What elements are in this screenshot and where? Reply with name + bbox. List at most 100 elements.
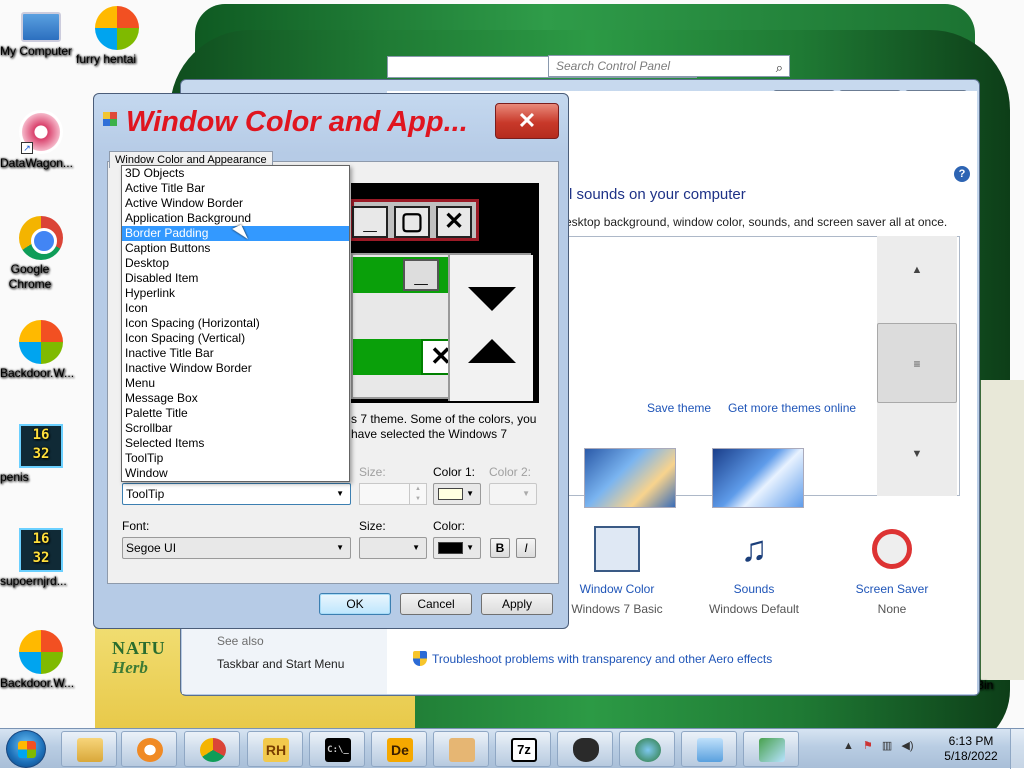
- dropdown-option[interactable]: Active Title Bar: [122, 181, 349, 196]
- computer-icon: [21, 12, 61, 42]
- wallpaper-jar-strip: [978, 380, 1024, 680]
- save-theme-link[interactable]: Save theme: [647, 401, 711, 415]
- item-size-spinner[interactable]: ▲ ▼: [359, 483, 427, 505]
- sounds-item[interactable]: ♫ Sounds Windows Default: [699, 526, 809, 616]
- taskbar-and-start-menu-link[interactable]: Taskbar and Start Menu: [217, 657, 344, 671]
- dropdown-option[interactable]: Message Box: [122, 391, 349, 406]
- scroll-up-button[interactable]: ▲: [877, 264, 957, 294]
- dropdown-option[interactable]: ToolTip: [122, 451, 349, 466]
- chevron-down-icon: ▼: [522, 489, 530, 498]
- taskbar-button-control-panel[interactable]: [681, 731, 737, 767]
- window-color-item[interactable]: Window Color Windows 7 Basic: [562, 526, 672, 616]
- theme-thumbnail[interactable]: [584, 448, 676, 508]
- color2-picker[interactable]: ▼: [489, 483, 537, 505]
- clock-date: 5/18/2022: [944, 749, 998, 763]
- screen-saver-label: Screen Saver: [855, 582, 929, 596]
- ok-button[interactable]: OK: [319, 593, 391, 615]
- screen-saver-item[interactable]: Screen Saver None: [837, 526, 947, 616]
- taskbar-button-explorer[interactable]: [61, 731, 117, 767]
- dropdown-option[interactable]: Inactive Title Bar: [122, 346, 349, 361]
- dropdown-option[interactable]: Selected Items: [122, 436, 349, 451]
- taskbar-button-wolf[interactable]: [557, 731, 613, 767]
- scroll-down-button[interactable]: ▼: [877, 448, 957, 478]
- taskbar-button-display[interactable]: [743, 731, 799, 767]
- dialog-close-button[interactable]: ✕: [495, 103, 559, 139]
- system-tray: ▲ ⚑ ▥ ◀): [843, 739, 919, 752]
- desktop-icon-backdoor-1[interactable]: Backdoor.W...: [0, 320, 82, 380]
- theme-thumbnail[interactable]: [712, 448, 804, 508]
- item-select[interactable]: ToolTip ▼: [122, 483, 351, 505]
- dropdown-option[interactable]: 3D Objects: [122, 166, 349, 181]
- shortcut-arrow-icon: ↗: [21, 142, 33, 154]
- italic-button[interactable]: I: [516, 538, 536, 558]
- dropdown-option[interactable]: Inactive Window Border: [122, 361, 349, 376]
- desktop-icon-folder[interactable]: furry hentai: [76, 6, 158, 66]
- dropdown-option[interactable]: Icon Spacing (Horizontal): [122, 316, 349, 331]
- network-status-icon[interactable]: ▥: [882, 739, 892, 752]
- taskbar-button-rh[interactable]: RH: [247, 731, 303, 767]
- font-color-picker[interactable]: ▼: [433, 537, 481, 559]
- dropdown-option[interactable]: Caption Buttons: [122, 241, 349, 256]
- dropdown-option[interactable]: Disabled Item: [122, 271, 349, 286]
- dropdown-option[interactable]: Icon: [122, 301, 349, 316]
- shield-icon: [413, 651, 427, 666]
- 1632-icon-text: 16 32: [32, 427, 50, 462]
- dropdown-option[interactable]: Hyperlink: [122, 286, 349, 301]
- dialog-app-icon: [103, 112, 117, 126]
- dropdown-option[interactable]: Scrollbar: [122, 421, 349, 436]
- font-size-select[interactable]: ▼: [359, 537, 427, 559]
- show-desktop-button[interactable]: [1010, 729, 1024, 769]
- bold-button[interactable]: B: [490, 538, 510, 558]
- taskbar-button-puzzle[interactable]: [433, 731, 489, 767]
- system-clock[interactable]: 6:13 PM 5/18/2022: [933, 734, 1009, 764]
- scroll-thumb[interactable]: ≡: [877, 323, 957, 403]
- 1632-icon: 16 32: [19, 424, 63, 468]
- dropdown-option[interactable]: Active Window Border: [122, 196, 349, 211]
- taskbar-button-network[interactable]: [619, 731, 675, 767]
- rh-icon: RH: [263, 738, 289, 762]
- desktop-icon-backdoor-2[interactable]: Backdoor.W...: [0, 630, 82, 690]
- taskbar-button-chrome[interactable]: [184, 731, 240, 767]
- search-placeholder: Search Control Panel: [556, 59, 671, 73]
- desktop-icon-datawagon[interactable]: ↗ DataWagon...: [0, 110, 82, 170]
- dropdown-option[interactable]: Icon Spacing (Vertical): [122, 331, 349, 346]
- volume-icon[interactable]: ◀): [901, 739, 913, 752]
- search-icon[interactable]: ⌕: [776, 58, 783, 78]
- color1-picker[interactable]: ▼: [433, 483, 481, 505]
- dropdown-option[interactable]: Desktop: [122, 256, 349, 271]
- show-hidden-icons-icon[interactable]: ▲: [843, 740, 854, 752]
- action-center-icon[interactable]: ⚑: [863, 739, 873, 752]
- preview-minimize-icon: _: [352, 206, 388, 238]
- cancel-button[interactable]: Cancel: [400, 593, 472, 615]
- dropdown-option[interactable]: Palette Title: [122, 406, 349, 421]
- font-select[interactable]: Segoe UI ▼: [122, 537, 351, 559]
- item-dropdown-list[interactable]: 3D Objects Active Title Bar Active Windo…: [121, 165, 350, 482]
- clock-time: 6:13 PM: [948, 734, 994, 748]
- color1-swatch: [438, 488, 463, 500]
- control-panel-icon: [697, 738, 723, 762]
- preview-close-icon: ✕: [436, 206, 472, 238]
- preview-inactive-titlebar: _ ▢ ✕: [351, 199, 479, 241]
- page-subtitle: esktop background, window color, sounds,…: [565, 215, 948, 229]
- desktop-icon-penis[interactable]: 16 32 penis: [0, 424, 82, 484]
- taskbar-button-7zip[interactable]: 7z: [495, 731, 551, 767]
- troubleshoot-link[interactable]: Troubleshoot problems with transparency …: [413, 651, 772, 666]
- desktop-icon-label: supoernjrd...: [0, 574, 67, 588]
- windows-logo-icon: [95, 6, 139, 50]
- desktop-icon-my-computer[interactable]: My Computer: [0, 6, 82, 58]
- dropdown-option[interactable]: Window: [122, 466, 349, 481]
- dropdown-option[interactable]: Application Background: [122, 211, 349, 226]
- desktop-icon-google-chrome[interactable]: Google Chrome: [0, 216, 82, 291]
- sounds-label: Sounds: [733, 582, 775, 596]
- taskbar-button-media-player[interactable]: [121, 731, 177, 767]
- dropdown-option[interactable]: Menu: [122, 376, 349, 391]
- theme-scrollbar[interactable]: ▲ ≡ ▼: [877, 236, 957, 496]
- help-icon[interactable]: ?: [954, 166, 970, 182]
- apply-button[interactable]: Apply: [481, 593, 553, 615]
- get-more-themes-link[interactable]: Get more themes online: [728, 401, 856, 415]
- desktop-icon-supoernjrd[interactable]: 16 32 supoernjrd...: [0, 528, 82, 588]
- search-input[interactable]: Search Control Panel ⌕: [548, 55, 790, 77]
- start-button[interactable]: [6, 730, 46, 768]
- taskbar-button-cmd[interactable]: C:\_: [309, 731, 365, 767]
- taskbar-button-de[interactable]: De: [371, 731, 427, 767]
